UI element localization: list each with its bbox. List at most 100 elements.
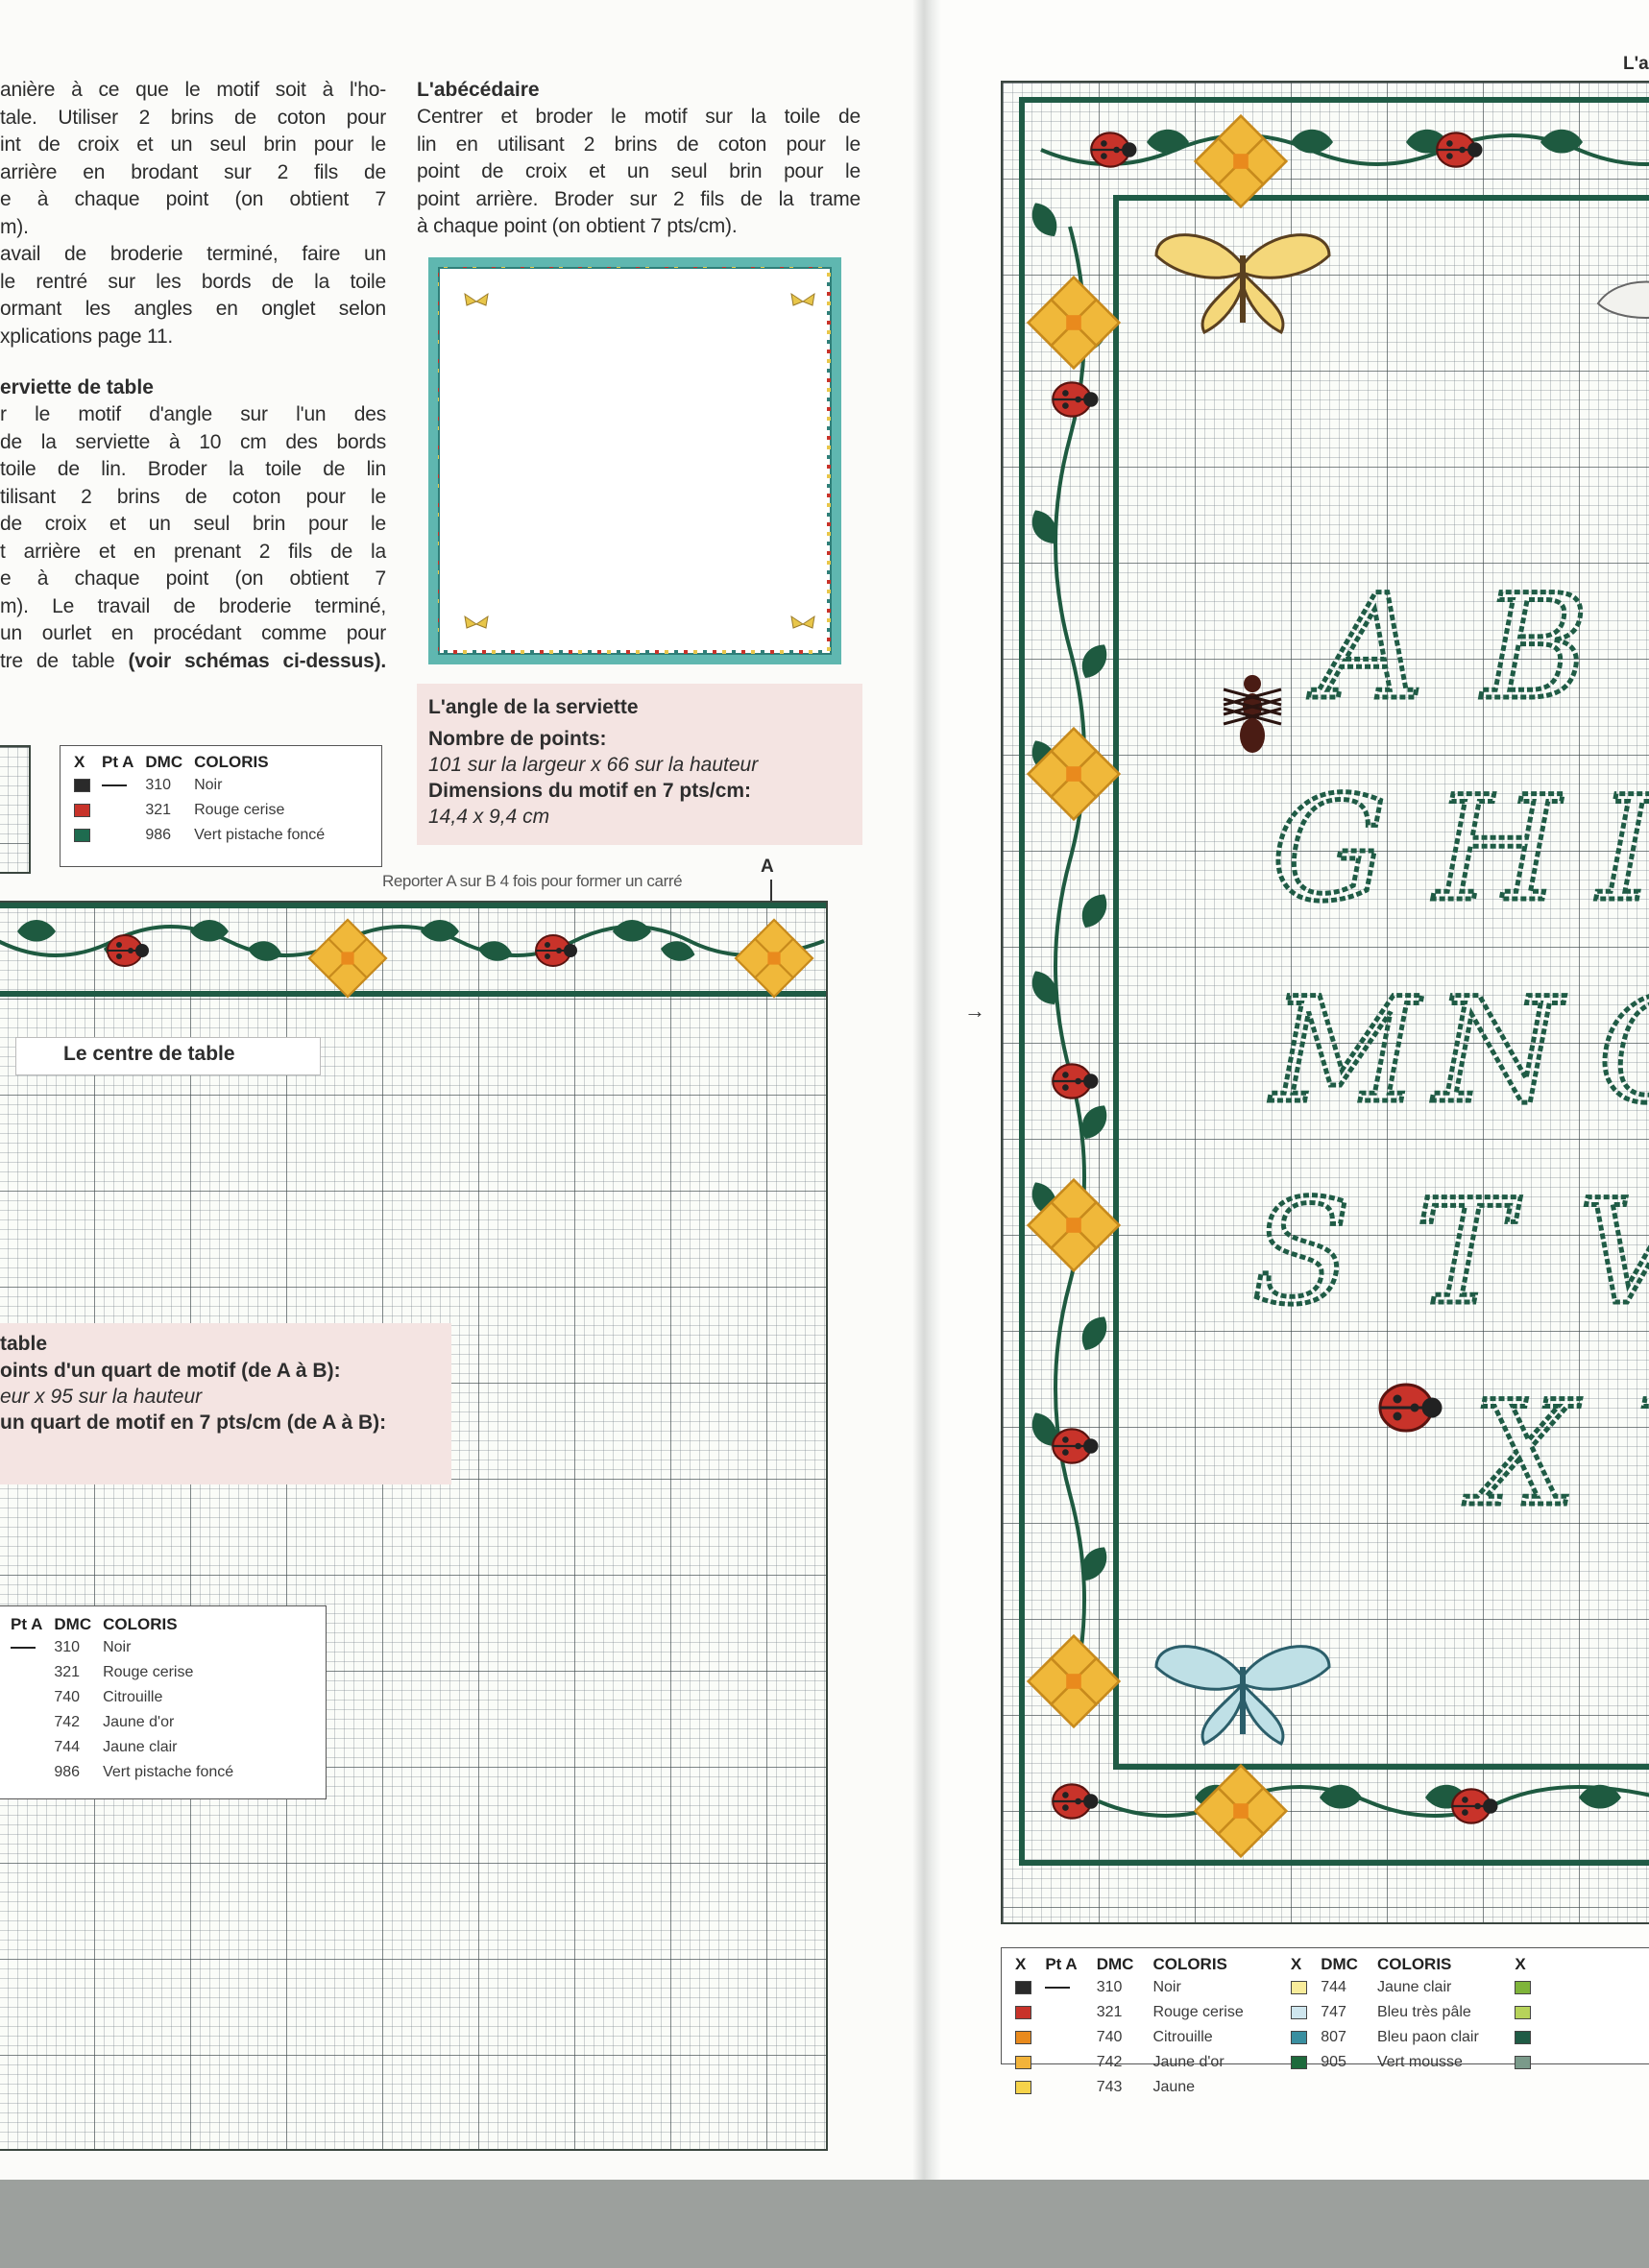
border-stitch (438, 311, 439, 315)
vine (1054, 226, 1086, 1706)
ladybug-spot (1101, 153, 1107, 159)
abecedaire-legend: X Pt A DMC COLORIS X DMC COLORIS X 310 Noir 744 Jau… (1001, 1947, 1649, 2095)
serviette-border-dots (438, 267, 831, 654)
legend-header: COLORIS (103, 1615, 178, 1633)
border-stitch (438, 474, 439, 478)
border-stitch (438, 599, 439, 603)
ladybug-icon (1052, 1783, 1099, 1820)
flower-icon (1026, 275, 1122, 371)
border-stitch (827, 417, 831, 421)
angle-dims-label: Dimensions du motif en 7 pts/cm: (428, 780, 752, 802)
border-stitch (438, 484, 439, 488)
border-stitch (827, 350, 831, 353)
color-swatch (1015, 2005, 1031, 2019)
butterfly-body (1240, 1667, 1246, 1734)
butterfly-wing (1241, 1680, 1285, 1747)
flower-center (1066, 1218, 1081, 1233)
text-line: lin en utilisant 2 brins de coton pour l… (417, 133, 861, 156)
border-stitch (438, 618, 439, 622)
legend-row: 740 Citrouille 807 Bleu paon clair (1009, 2025, 1540, 2050)
dmc-code: 321 (1096, 2004, 1123, 2020)
border-stitch (578, 650, 582, 654)
legend-header: X (1290, 1955, 1302, 1973)
border-stitch (438, 503, 439, 507)
border-stitch (438, 446, 439, 449)
border-stitch (438, 513, 439, 517)
leaf-icon (1031, 203, 1057, 236)
text-line: Centrer et broder le motif sur la toile … (417, 106, 861, 128)
marker-a-tick (770, 880, 772, 901)
alphabet-letter: A (1308, 565, 1423, 732)
ladybug-spot (1393, 1411, 1402, 1421)
legend-header: X (1015, 1955, 1027, 1973)
border-stitch (438, 340, 439, 344)
chart-label: Le centre de table (63, 1043, 235, 1065)
border-stitch (438, 590, 439, 593)
color-swatch (1515, 2005, 1532, 2019)
border-stitch (438, 609, 439, 613)
border-stitch (438, 292, 439, 296)
border-stitch (761, 267, 764, 268)
center-arrow-icon: → (964, 999, 985, 1023)
border-stitch (438, 398, 439, 401)
ladybug-icon (1378, 1383, 1443, 1433)
ladybug-spot (116, 953, 122, 959)
border-stitch (521, 267, 524, 268)
border-stitch (827, 388, 831, 392)
border-stitch (617, 267, 620, 268)
dmc-code: 310 (145, 777, 172, 793)
small-legend: X Pt A DMC COLORIS 310 Noir 321 Rouge cerise 986… (60, 745, 382, 867)
legend-header: COLORIS (1376, 1955, 1452, 1973)
ant-icon (1223, 675, 1282, 753)
text-line: tale. Utiliser 2 brins de coton pour (0, 106, 386, 129)
border-stitch (827, 618, 831, 622)
legend-header: DMC (54, 1615, 92, 1633)
border-stitch (827, 330, 831, 334)
butterfly-icon (1154, 1645, 1331, 1747)
legend-row: 310 Noir (68, 773, 330, 798)
legend-row: 744 Jaune clair (5, 1735, 239, 1760)
alphabet-letter: I (1595, 766, 1649, 933)
alphabet-letter: B (1480, 565, 1588, 732)
legend-header: Pt A (102, 753, 134, 771)
alphabet-letter: N (1432, 968, 1565, 1135)
flower-center (341, 952, 354, 965)
text-line: t arrière et en prenant 2 fils de la (0, 540, 386, 563)
ladybug-spot (545, 942, 550, 948)
leaf-icon (1291, 129, 1333, 154)
border-stitch (780, 650, 784, 654)
ladybug-spot (1446, 140, 1453, 147)
dmc-code: 310 (54, 1639, 81, 1655)
ladybug-spot (1062, 1436, 1069, 1443)
border-stitch (751, 650, 755, 654)
vine (1098, 1785, 1649, 1818)
border-stitch (770, 267, 774, 268)
alphabet-letter: Y (1637, 1371, 1649, 1538)
dmc-code: 742 (1096, 2054, 1123, 2070)
border-stitch (438, 273, 439, 277)
border-stitch (665, 267, 668, 268)
color-swatch (74, 778, 90, 792)
color-name: Bleu paon clair (1376, 2029, 1479, 2045)
centre-box-title: table (0, 1333, 48, 1355)
border-stitch (703, 267, 707, 268)
border-stitch (827, 599, 831, 603)
border-stitch (626, 650, 630, 654)
ladybug-spot (1062, 390, 1069, 397)
text-line: tilisant 2 brins de coton pour le (0, 485, 386, 508)
border-stitch (827, 494, 831, 497)
border-stitch (597, 650, 601, 654)
color-swatch (1015, 2030, 1031, 2044)
border-stitch (438, 494, 439, 497)
border-stitch (809, 650, 812, 654)
color-swatch (1290, 1980, 1307, 1994)
border-stitch (713, 650, 716, 654)
butterfly-wing (1200, 269, 1245, 335)
color-name: Citrouille (103, 1689, 163, 1705)
border-stitch (444, 650, 448, 654)
border-stitch (827, 311, 831, 315)
border-stitch (827, 638, 831, 641)
border-stitch (827, 465, 831, 469)
text-line: avail de broderie terminé, faire un (0, 243, 386, 265)
color-name: Noir (194, 777, 223, 793)
